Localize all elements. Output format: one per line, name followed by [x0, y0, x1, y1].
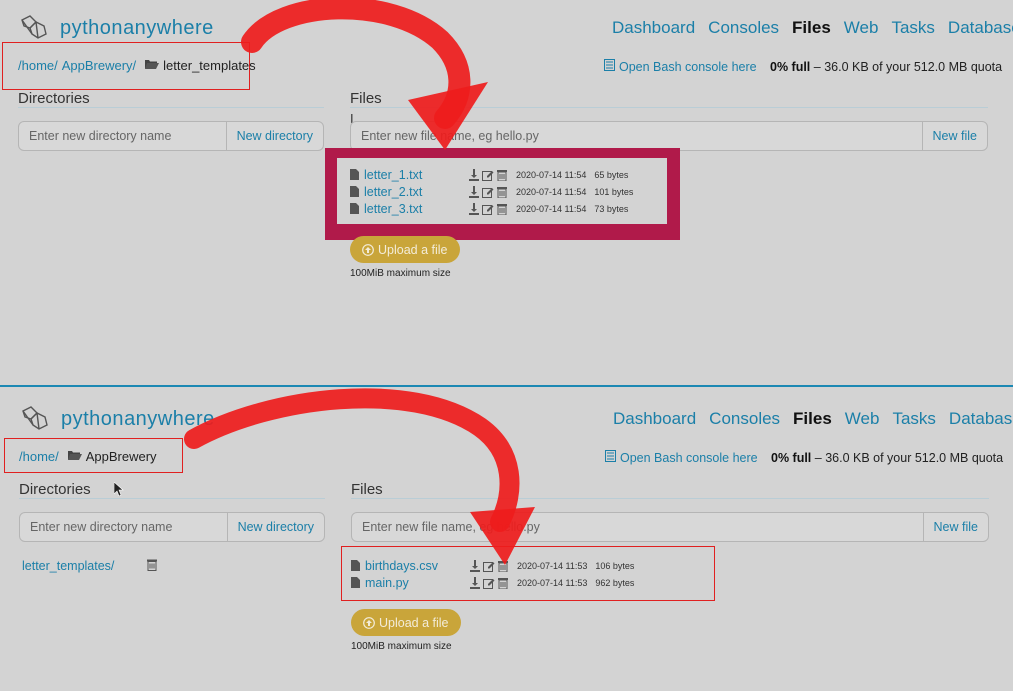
upload-label: Upload a file: [378, 242, 448, 257]
file-size: 962 bytes: [595, 577, 635, 588]
edit-icon[interactable]: [483, 577, 495, 589]
upload-icon: [363, 616, 375, 629]
upload-icon: [362, 243, 374, 256]
file-date: 2020-07-14 11:54: [516, 169, 587, 180]
breadcrumb-home-link[interactable]: /home/: [18, 58, 58, 73]
file-row: letter_3.txt 2020-07-14 11:54 73 bytes: [350, 200, 633, 217]
new-directory-input[interactable]: [19, 122, 226, 150]
bash-link-label: Open Bash console here: [619, 59, 757, 74]
main-nav: Dashboard Consoles Files Web Tasks Datab…: [612, 18, 1013, 38]
file-icon: [350, 186, 359, 197]
logo-text-anywhere: anywhere: [123, 16, 214, 39]
delete-icon[interactable]: [497, 577, 509, 589]
logo-text-python: python: [61, 407, 125, 430]
top-screenshot-panel: pythonanywhere Dashboard Consoles Files …: [0, 0, 1013, 385]
max-size-note: 100MiB maximum size: [351, 641, 452, 652]
upload-file-button[interactable]: Upload a file: [350, 236, 460, 263]
folder-open-icon: [144, 58, 160, 73]
quota-percent: 0% full: [770, 60, 811, 74]
file-size: 65 bytes: [594, 169, 629, 180]
nav-tasks[interactable]: Tasks: [891, 18, 934, 38]
upload-label: Upload a file: [379, 615, 449, 630]
delete-icon[interactable]: [146, 558, 158, 571]
nav-web[interactable]: Web: [845, 409, 880, 429]
bottom-screenshot-panel: pythonanywhere Dashboard Consoles Files …: [0, 385, 1013, 691]
new-file-button[interactable]: New file: [922, 513, 988, 541]
file-date: 2020-07-14 11:54: [516, 203, 587, 214]
quota-text: 0% full – 36.0 KB of your 512.0 MB quota: [770, 60, 1002, 74]
quota-text: 0% full – 36.0 KB of your 512.0 MB quota: [771, 451, 1003, 465]
edit-icon[interactable]: [482, 186, 494, 198]
file-size: 106 bytes: [595, 560, 635, 571]
snake-logo-icon: [22, 406, 48, 430]
file-link[interactable]: letter_2.txt: [364, 185, 422, 199]
download-icon[interactable]: [468, 185, 480, 198]
nav-web[interactable]: Web: [844, 18, 879, 38]
edit-icon[interactable]: [482, 203, 494, 215]
quota-detail: – 36.0 KB of your 512.0 MB quota: [814, 451, 1004, 465]
file-row: main.py 2020-07-14 11:53 962 bytes: [351, 574, 634, 591]
breadcrumb-current: AppBrewery: [85, 449, 157, 464]
bash-link-label: Open Bash console here: [620, 450, 758, 465]
console-icon: [605, 450, 616, 465]
nav-databases[interactable]: Databases: [948, 18, 1013, 38]
file-list: letter_1.txt 2020-07-14 11:54 65 bytes le…: [350, 166, 633, 217]
file-link[interactable]: letter_3.txt: [364, 202, 422, 216]
upload-file-button[interactable]: Upload a file: [351, 609, 461, 636]
file-size: 73 bytes: [594, 203, 629, 214]
nav-dashboard[interactable]: Dashboard: [613, 409, 696, 429]
breadcrumb-home-link[interactable]: /home/: [19, 449, 59, 464]
main-nav: Dashboard Consoles Files Web Tasks Datab…: [613, 409, 1013, 429]
new-file-button[interactable]: New file: [921, 122, 987, 150]
file-icon: [351, 577, 360, 588]
directory-link[interactable]: letter_templates/: [22, 559, 114, 573]
file-link[interactable]: letter_1.txt: [364, 168, 422, 182]
breadcrumb-user-link[interactable]: AppBrewery/: [62, 58, 136, 73]
logo-text-python: python: [60, 16, 124, 39]
download-icon[interactable]: [469, 576, 481, 589]
nav-dashboard[interactable]: Dashboard: [612, 18, 695, 38]
file-icon: [350, 169, 359, 180]
file-date: 2020-07-14 11:53: [517, 577, 588, 588]
quota-detail: – 36.0 KB of your 512.0 MB quota: [813, 60, 1003, 74]
max-size-note: 100MiB maximum size: [350, 268, 451, 279]
nav-files[interactable]: Files: [793, 409, 832, 429]
breadcrumb: /home/ AppBrewery: [19, 449, 157, 464]
open-bash-console-link[interactable]: Open Bash console here: [604, 59, 757, 74]
delete-icon[interactable]: [496, 186, 508, 198]
snake-logo-icon: [21, 15, 47, 39]
nav-consoles[interactable]: Consoles: [708, 18, 779, 38]
folder-open-icon: [67, 449, 82, 464]
directories-title: Directories: [19, 481, 91, 498]
nav-consoles[interactable]: Consoles: [709, 409, 780, 429]
file-date: 2020-07-14 11:54: [516, 186, 587, 197]
download-icon[interactable]: [468, 202, 480, 215]
file-size: 101 bytes: [594, 186, 634, 197]
edit-icon[interactable]: [482, 169, 494, 181]
red-arrow-annotation: [184, 388, 535, 565]
pythonanywhere-logo[interactable]: pythonanywhere: [18, 14, 214, 42]
nav-databases[interactable]: Databases: [949, 409, 1013, 429]
delete-icon[interactable]: [496, 169, 508, 181]
delete-icon[interactable]: [496, 203, 508, 215]
download-icon[interactable]: [468, 168, 480, 181]
file-icon: [350, 203, 359, 214]
directories-title: Directories: [18, 90, 90, 107]
file-link[interactable]: main.py: [365, 576, 409, 590]
red-arrow-annotation: [241, 0, 488, 150]
open-bash-console-link[interactable]: Open Bash console here: [605, 450, 758, 465]
quota-percent: 0% full: [771, 451, 812, 465]
file-row: letter_2.txt 2020-07-14 11:54 101 bytes: [350, 183, 633, 200]
nav-tasks[interactable]: Tasks: [892, 409, 935, 429]
console-icon: [604, 59, 615, 74]
nav-files[interactable]: Files: [792, 18, 831, 38]
file-row: letter_1.txt 2020-07-14 11:54 65 bytes: [350, 166, 633, 183]
breadcrumb: /home/ AppBrewery/ letter_templates: [18, 58, 256, 73]
